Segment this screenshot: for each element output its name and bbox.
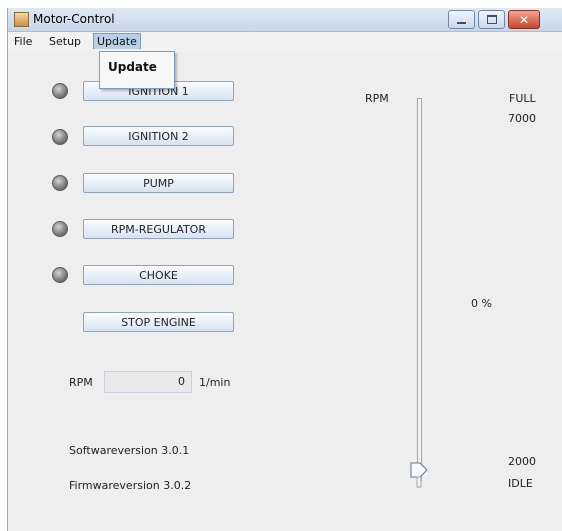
pump-button[interactable]: PUMP <box>83 173 234 193</box>
ignition2-button[interactable]: IGNITION 2 <box>83 126 234 146</box>
slider-percent-readout: 0 % <box>471 297 492 310</box>
rpm-value-field[interactable]: 0 <box>104 371 192 393</box>
ignition1-indicator-led <box>52 83 68 99</box>
rpm-field-label: RPM <box>69 376 93 389</box>
close-icon: ✕ <box>518 12 530 27</box>
slider-max-value: 7000 <box>508 112 536 125</box>
app-window: Motor-Control ✕ File Setup Update Update… <box>7 8 562 531</box>
slider-min-value: 2000 <box>508 455 536 468</box>
menu-setup[interactable]: Setup <box>46 34 84 49</box>
minimize-button[interactable] <box>448 10 475 29</box>
menu-file[interactable]: File <box>11 34 35 49</box>
rpm-slider-thumb[interactable] <box>410 462 428 488</box>
update-dropdown-menu: Update <box>99 51 175 89</box>
title-bar[interactable]: Motor-Control ✕ <box>8 8 562 32</box>
slider-full-label: FULL <box>509 92 536 105</box>
dropdown-item-update[interactable]: Update <box>108 60 157 74</box>
stop-engine-button[interactable]: STOP ENGINE <box>83 312 234 332</box>
close-button[interactable]: ✕ <box>508 10 540 29</box>
choke-indicator-led <box>52 267 68 283</box>
rpm-regulator-button[interactable]: RPM-REGULATOR <box>83 219 234 239</box>
maximize-button[interactable] <box>478 10 505 29</box>
rpm-unit-label: 1/min <box>199 376 231 389</box>
rpm-regulator-indicator-led <box>52 221 68 237</box>
slider-rpm-label: RPM <box>365 92 389 105</box>
menu-update[interactable]: Update <box>93 33 141 49</box>
app-icon <box>14 12 29 27</box>
window-title: Motor-Control <box>33 12 115 26</box>
firmware-version: Firmwareversion 3.0.2 <box>69 479 192 492</box>
minimize-icon <box>457 21 466 24</box>
maximize-icon <box>486 15 497 24</box>
pump-indicator-led <box>52 175 68 191</box>
menu-bar: File Setup Update <box>8 32 562 52</box>
software-version: Softwareversion 3.0.1 <box>69 444 190 457</box>
rpm-slider-track[interactable] <box>417 98 422 481</box>
ignition2-indicator-led <box>52 129 68 145</box>
slider-idle-label: IDLE <box>508 477 533 490</box>
choke-button[interactable]: CHOKE <box>83 265 234 285</box>
